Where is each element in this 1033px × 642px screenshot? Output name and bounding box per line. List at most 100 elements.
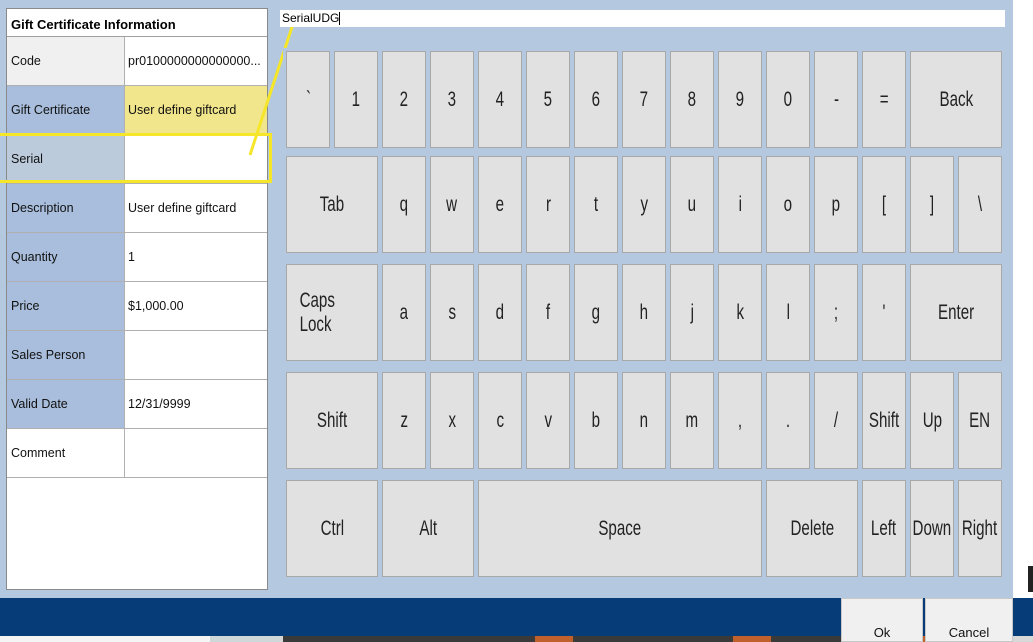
key-n-label: n: [639, 408, 649, 432]
valid-date-value[interactable]: 12/31/9999: [125, 380, 267, 428]
key-shift-right-label: Shift: [868, 408, 900, 432]
key-slash-label: /: [833, 408, 839, 432]
key-e[interactable]: e: [478, 156, 522, 253]
sales-person-value[interactable]: [125, 331, 267, 379]
key-right[interactable]: Right: [958, 480, 1002, 577]
key-o[interactable]: o: [766, 156, 810, 253]
key-space[interactable]: Space: [478, 480, 762, 577]
serial-value[interactable]: [125, 135, 267, 183]
key-d[interactable]: d: [478, 264, 522, 361]
key-g[interactable]: g: [574, 264, 618, 361]
key-i[interactable]: i: [718, 156, 762, 253]
key-0[interactable]: 0: [766, 51, 810, 148]
row-sales-person: Sales Person: [7, 331, 267, 380]
key-9[interactable]: 9: [718, 51, 762, 148]
key-3[interactable]: 3: [430, 51, 474, 148]
key-l-label: l: [786, 300, 790, 324]
price-label: Price: [7, 282, 125, 330]
key-b[interactable]: b: [574, 372, 618, 469]
key-minus[interactable]: -: [814, 51, 858, 148]
key-left[interactable]: Left: [862, 480, 906, 577]
key-u[interactable]: u: [670, 156, 714, 253]
key-c[interactable]: c: [478, 372, 522, 469]
key-y[interactable]: y: [622, 156, 666, 253]
key-quote[interactable]: ': [862, 264, 906, 361]
key-1[interactable]: 1: [334, 51, 378, 148]
key-z[interactable]: z: [382, 372, 426, 469]
key-i-label: i: [738, 192, 742, 216]
key-ctrl-label: Ctrl: [320, 516, 344, 540]
key-enter-label: Enter: [937, 300, 975, 324]
key-delete[interactable]: Delete: [766, 480, 858, 577]
key-right-bracket[interactable]: ]: [910, 156, 954, 253]
gift-certificate-value[interactable]: User define giftcard: [125, 86, 267, 134]
key-down[interactable]: Down: [910, 480, 954, 577]
key-2-label: 2: [399, 87, 409, 111]
key-4-label: 4: [495, 87, 505, 111]
key-6[interactable]: 6: [574, 51, 618, 148]
key-p[interactable]: p: [814, 156, 858, 253]
key-alt[interactable]: Alt: [382, 480, 474, 577]
key-left-bracket[interactable]: [: [862, 156, 906, 253]
key-backslash-label: \: [977, 192, 983, 216]
key-r[interactable]: r: [526, 156, 570, 253]
serial-text-input[interactable]: SerialUDG: [280, 10, 1005, 27]
key-up[interactable]: Up: [910, 372, 954, 469]
key-tab-label: Tab: [319, 192, 345, 216]
key-5[interactable]: 5: [526, 51, 570, 148]
key-period[interactable]: .: [766, 372, 810, 469]
key-4[interactable]: 4: [478, 51, 522, 148]
cancel-button[interactable]: Cancel: [925, 598, 1013, 642]
key-a-label: a: [399, 300, 409, 324]
key-shift-right[interactable]: Shift: [862, 372, 906, 469]
key-x[interactable]: x: [430, 372, 474, 469]
key-j[interactable]: j: [670, 264, 714, 361]
key-k[interactable]: k: [718, 264, 762, 361]
serial-input-text: SerialUDG: [282, 11, 340, 25]
key-shift-left-label: Shift: [316, 408, 348, 432]
key-equals[interactable]: =: [862, 51, 906, 148]
key-p-label: p: [831, 192, 841, 216]
key-o-label: o: [783, 192, 793, 216]
key-backslash[interactable]: \: [958, 156, 1002, 253]
key-v[interactable]: v: [526, 372, 570, 469]
key-semicolon[interactable]: ;: [814, 264, 858, 361]
ok-label: Ok: [873, 625, 891, 640]
description-value[interactable]: User define giftcard: [125, 184, 267, 232]
price-value[interactable]: $1,000.00: [125, 282, 267, 330]
key-slash[interactable]: /: [814, 372, 858, 469]
ok-button[interactable]: Ok: [841, 598, 923, 642]
key-tab[interactable]: Tab: [286, 156, 378, 253]
key-s[interactable]: s: [430, 264, 474, 361]
key-s-label: s: [448, 300, 456, 324]
key-backtick[interactable]: `: [286, 51, 330, 148]
key-en[interactable]: EN: [958, 372, 1002, 469]
key-l[interactable]: l: [766, 264, 810, 361]
key-comma[interactable]: ,: [718, 372, 762, 469]
key-a[interactable]: a: [382, 264, 426, 361]
key-8[interactable]: 8: [670, 51, 714, 148]
key-m[interactable]: m: [670, 372, 714, 469]
key-ctrl[interactable]: Ctrl: [286, 480, 378, 577]
key-n[interactable]: n: [622, 372, 666, 469]
gift-certificate-panel: Gift Certificate Information Code pr0100…: [6, 8, 268, 590]
key-t[interactable]: t: [574, 156, 618, 253]
key-shift-left[interactable]: Shift: [286, 372, 378, 469]
key-back[interactable]: Back: [910, 51, 1002, 148]
key-f[interactable]: f: [526, 264, 570, 361]
key-space-label: Space: [598, 516, 642, 540]
scrollbar-fragment[interactable]: [1028, 566, 1033, 592]
key-2[interactable]: 2: [382, 51, 426, 148]
code-value[interactable]: pr0100000000000000...: [125, 37, 267, 85]
key-semicolon-label: ;: [833, 300, 839, 324]
key-left-bracket-label: [: [881, 192, 887, 216]
key-q[interactable]: q: [382, 156, 426, 253]
comment-value[interactable]: [125, 429, 267, 477]
key-7[interactable]: 7: [622, 51, 666, 148]
key-enter[interactable]: Enter: [910, 264, 1002, 361]
key-w[interactable]: w: [430, 156, 474, 253]
quantity-value[interactable]: 1: [125, 233, 267, 281]
key-v-label: v: [544, 408, 552, 432]
key-h[interactable]: h: [622, 264, 666, 361]
key-caps-lock[interactable]: Caps Lock: [286, 264, 378, 361]
